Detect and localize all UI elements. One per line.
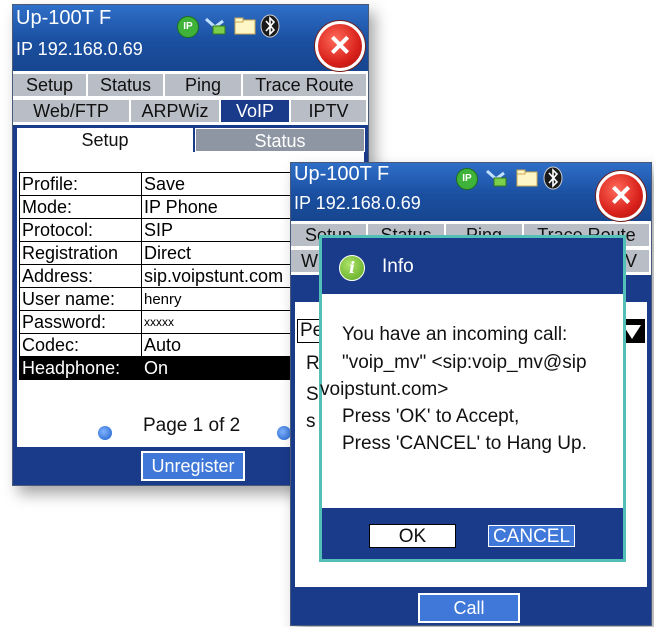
text-fragment: R [306,353,320,374]
dialog-header: i Info [322,238,623,294]
info-icon: i [339,255,365,281]
unregister-button[interactable]: Unregister [141,451,245,481]
form-label: Profile: [19,172,142,196]
device-title: Up-100T F [16,7,112,29]
form-label: Headphone: [19,356,142,380]
subtab-status[interactable]: Status [195,128,365,152]
network-plug-icon [205,17,226,35]
prev-page-icon[interactable] [98,426,112,440]
bottom-bar: Call [291,587,651,625]
tab-arpwiz[interactable]: ARPWiz [131,100,221,122]
next-page-icon[interactable] [277,426,291,440]
bluetooth-icon [260,14,280,38]
tab-ping[interactable]: Ping [165,74,243,96]
close-button[interactable]: × [315,21,365,71]
call-button[interactable]: Call [418,593,520,623]
device-ip: IP 192.168.0.69 [16,39,143,59]
tab-web-ftp[interactable]: Web/FTP [13,100,131,122]
subtab-bar: Setup Status [13,125,368,152]
close-button[interactable]: × [596,171,646,221]
tab-trace-route[interactable]: Trace Route [243,74,368,96]
form-label: Address: [19,264,142,288]
form-label: Protocol: [19,218,142,242]
titlebar: Up-100T F IP 192.168.0.69 IP × [13,5,368,71]
form-label: User name: [19,287,142,311]
dialog-message-line: Press 'OK' to Accept, [342,406,520,427]
device-ip: IP 192.168.0.69 [294,193,421,213]
ok-button[interactable]: OK [369,524,456,548]
cancel-button[interactable]: CANCEL [488,525,575,547]
network-plug-icon [486,169,507,187]
folder-icon [234,17,256,35]
tab-row-2: Web/FTP ARPWiz VoIP IPTV [13,99,368,123]
ip-badge-icon: IP [456,168,478,190]
titlebar: Up-100T F IP 192.168.0.69 IP × [291,163,651,221]
folder-icon [516,169,538,187]
tab-setup[interactable]: Setup [13,74,88,96]
dialog-message-line: You have an incoming call: [342,324,568,345]
tab-voip[interactable]: VoIP [221,100,291,122]
page-indicator: Page 1 of 2 [143,415,241,436]
bluetooth-icon [543,166,563,190]
text-fragment: s [306,411,316,432]
form-label: Mode: [19,195,142,219]
form-label: Codec: [19,333,142,357]
device-title: Up-100T F [294,163,390,185]
text-fragment: S [306,384,319,405]
form-label: Password: [19,310,142,334]
tab-iptv[interactable]: IPTV [291,100,368,122]
subtab-setup[interactable]: Setup [17,128,193,152]
incoming-call-dialog: i Info You have an incoming call: "voip_… [319,235,626,562]
ip-badge-icon: IP [177,16,199,38]
dialog-message-line: voipstunt.com> [320,379,449,400]
dialog-body: You have an incoming call: "voip_mv" <si… [320,294,623,508]
tab-row-1: Setup Status Ping Trace Route [13,73,368,97]
tab-status[interactable]: Status [88,74,165,96]
dialog-message-line: Press 'CANCEL' to Hang Up. [342,433,587,454]
form-label: Registration [19,241,142,265]
dialog-title: Info [382,256,414,277]
dialog-message-line: "voip_mv" <sip:voip_mv@sip [342,352,587,373]
